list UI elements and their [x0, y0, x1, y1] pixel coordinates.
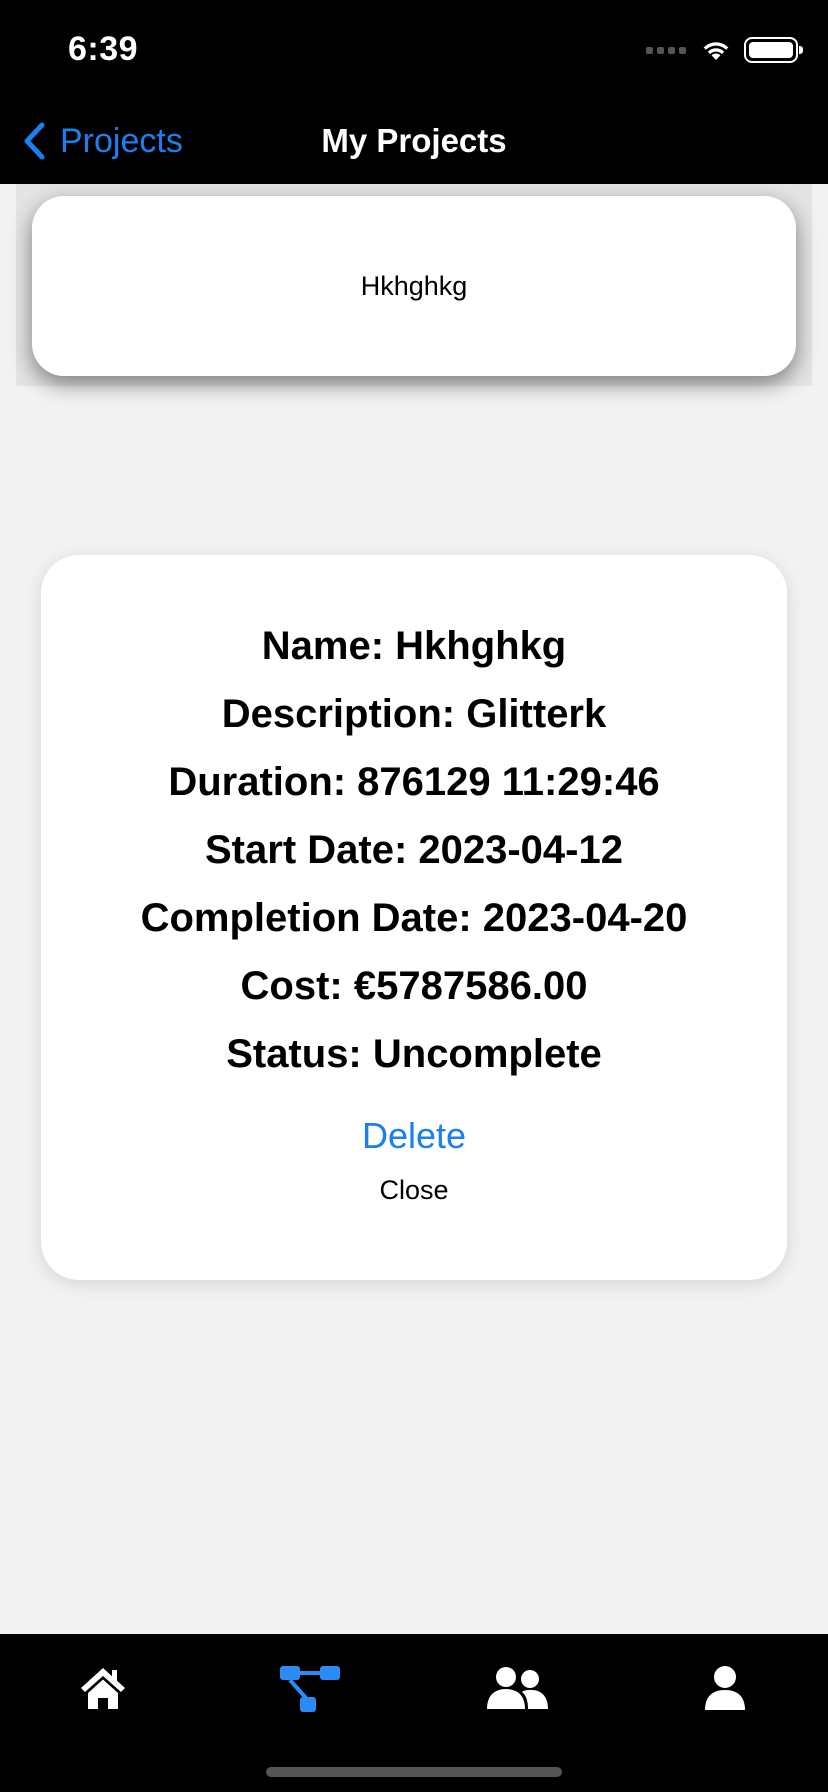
tab-profile[interactable] — [685, 1656, 765, 1720]
detail-status: Status: Uncomplete — [226, 1032, 602, 1076]
tab-team[interactable] — [478, 1656, 558, 1720]
team-icon — [487, 1667, 548, 1709]
status-icons — [646, 36, 803, 64]
detail-start-date: Start Date: 2023-04-12 — [205, 828, 623, 872]
cellular-signal-icon — [646, 46, 686, 54]
detail-duration: Duration: 876129 11:29:46 — [168, 760, 660, 804]
project-tree-icon — [280, 1666, 340, 1712]
top-bar: 6:39 Projects My Projects — [0, 0, 828, 184]
detail-completion-date: Completion Date: 2023-04-20 — [140, 896, 688, 940]
project-card-name: Hkhghkg — [360, 270, 468, 301]
project-detail-card: Name: Hkhghkg Description: Glitterk Dura… — [41, 555, 787, 1280]
detail-cost: Cost: €5787586.00 — [240, 964, 588, 1008]
battery-icon — [744, 37, 803, 63]
delete-button[interactable]: Delete — [41, 1115, 787, 1157]
home-icon — [81, 1668, 125, 1709]
tab-projects[interactable] — [270, 1656, 350, 1720]
profile-icon — [705, 1666, 745, 1710]
page-title: My Projects — [321, 122, 507, 159]
detail-name: Name: Hkhghkg — [261, 624, 567, 668]
close-button[interactable]: Close — [41, 1175, 787, 1206]
status-time: 6:39 — [68, 30, 139, 68]
home-indicator[interactable] — [266, 1767, 562, 1777]
wifi-icon — [703, 42, 729, 60]
project-card[interactable]: Hkhghkg — [32, 196, 796, 376]
tab-home[interactable] — [63, 1656, 143, 1720]
detail-description: Description: Glitterk — [221, 692, 607, 736]
